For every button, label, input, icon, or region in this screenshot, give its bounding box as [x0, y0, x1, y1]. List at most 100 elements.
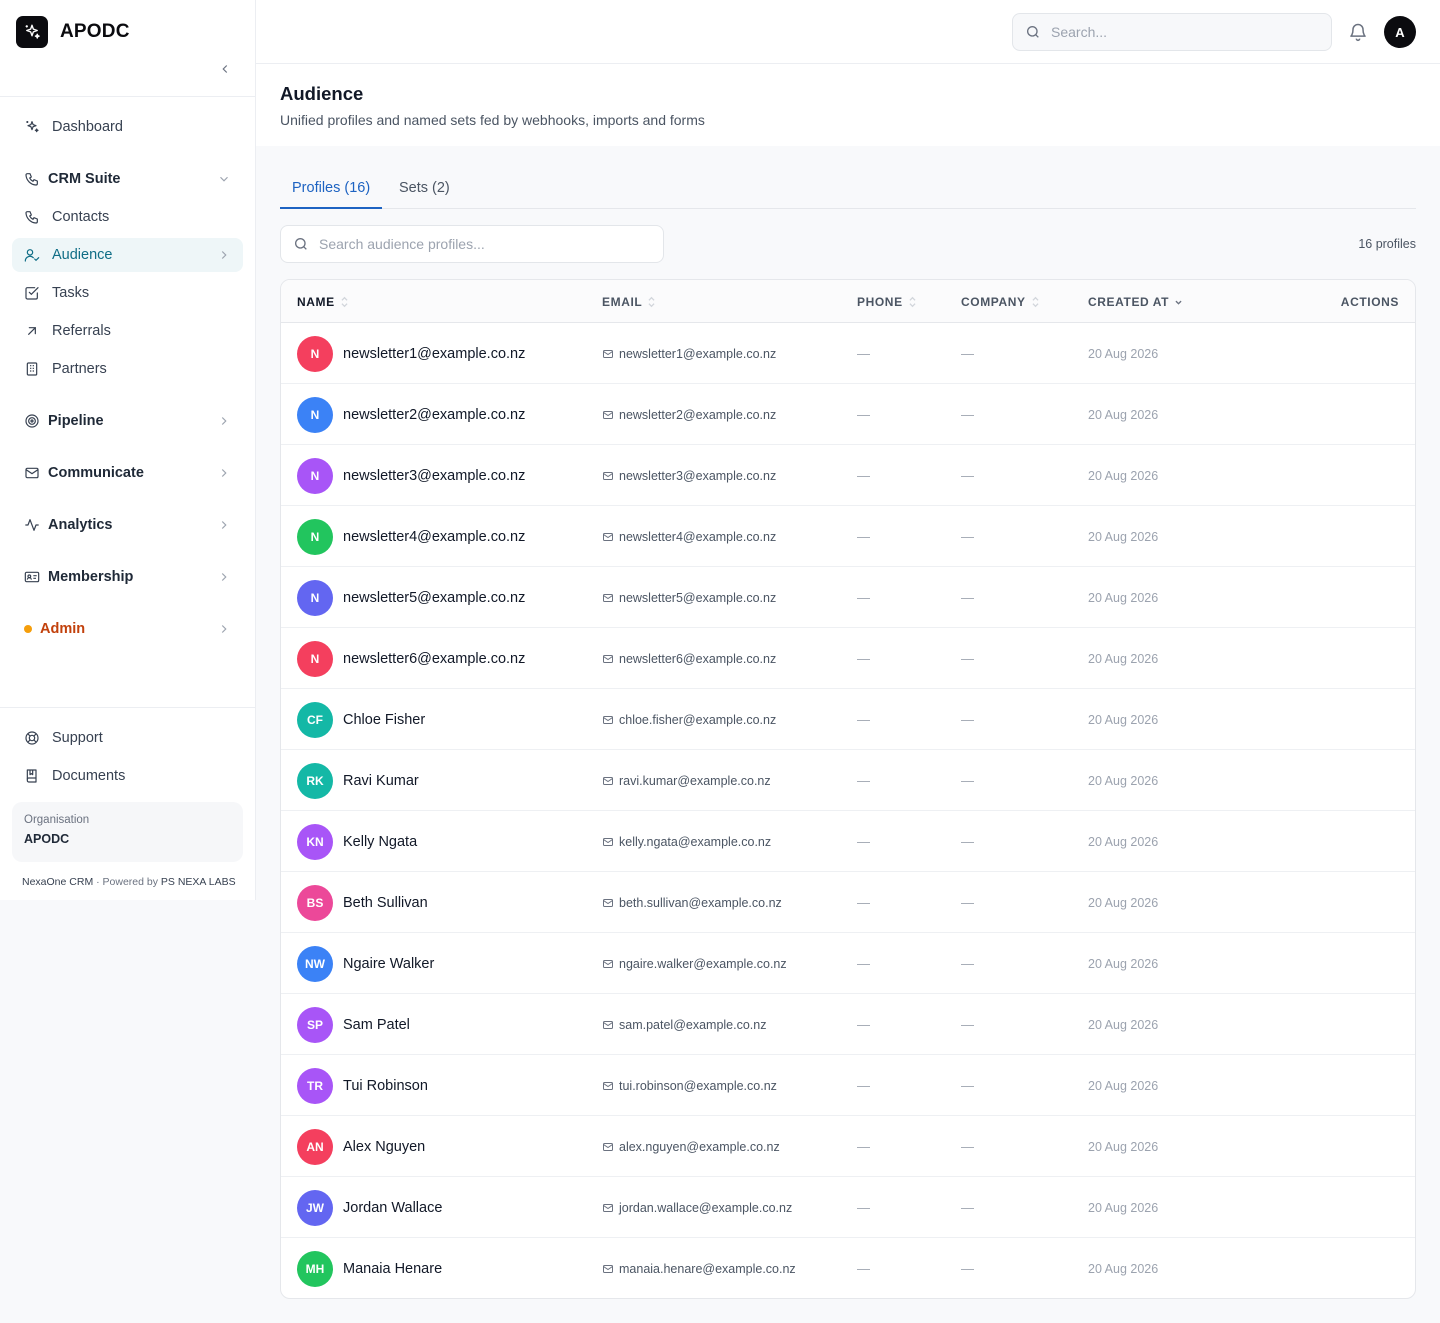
profile-company: —	[961, 834, 974, 849]
profile-created-at: 20 Aug 2026	[1088, 712, 1159, 727]
profile-name[interactable]: Chloe Fisher	[343, 712, 425, 728]
profile-name[interactable]: Beth Sullivan	[343, 895, 428, 911]
name-cell: N newsletter3@example.co.nz	[297, 445, 525, 506]
profile-phone: —	[857, 895, 870, 910]
profile-name[interactable]: Kelly Ngata	[343, 834, 417, 850]
profile-name[interactable]: Ngaire Walker	[343, 956, 434, 972]
profile-company: —	[961, 956, 974, 971]
table-row[interactable]: BS Beth Sullivan beth.sullivan@example.c…	[281, 872, 1415, 933]
sparkles-icon	[24, 119, 40, 135]
table-row[interactable]: N newsletter1@example.co.nz newsletter1@…	[281, 323, 1415, 384]
table-row[interactable]: KN Kelly Ngata kelly.ngata@example.co.nz…	[281, 811, 1415, 872]
profile-phone: —	[857, 1139, 870, 1154]
table-row[interactable]: AN Alex Nguyen alex.nguyen@example.co.nz…	[281, 1116, 1415, 1177]
column-header-company[interactable]: COMPANY	[961, 280, 1040, 323]
table-row[interactable]: RK Ravi Kumar ravi.kumar@example.co.nz —…	[281, 750, 1415, 811]
table-header: NAME EMAIL PHONE COMPANY CREATED AT ACTI…	[281, 280, 1415, 323]
sidebar-group-label: Analytics	[48, 517, 113, 533]
email-cell: newsletter2@example.co.nz	[602, 384, 776, 445]
building-icon	[24, 361, 40, 377]
profile-avatar: NW	[297, 945, 333, 982]
profile-name[interactable]: newsletter2@example.co.nz	[343, 407, 525, 423]
table-row[interactable]: N newsletter5@example.co.nz newsletter5@…	[281, 567, 1415, 628]
profile-email: ngaire.walker@example.co.nz	[619, 956, 787, 971]
table-row[interactable]: NW Ngaire Walker ngaire.walker@example.c…	[281, 933, 1415, 994]
profile-name[interactable]: Jordan Wallace	[343, 1200, 442, 1216]
sidebar-group-analytics[interactable]: Analytics	[12, 508, 243, 542]
organisation-name: APODC	[24, 832, 70, 846]
profile-phone: —	[857, 773, 870, 788]
profile-name[interactable]: Tui Robinson	[343, 1078, 428, 1094]
table-row[interactable]: MH Manaia Henare manaia.henare@example.c…	[281, 1238, 1415, 1298]
name-cell: N newsletter6@example.co.nz	[297, 628, 525, 689]
tab-sets[interactable]: Sets (2)	[387, 170, 462, 209]
sidebar-group-crm-suite[interactable]: CRM Suite	[12, 162, 243, 196]
user-avatar[interactable]: A	[1384, 16, 1416, 48]
sidebar-item-label: Contacts	[52, 209, 110, 225]
name-cell: N newsletter2@example.co.nz	[297, 384, 525, 445]
profile-search-input[interactable]	[319, 236, 579, 252]
profile-name[interactable]: newsletter3@example.co.nz	[343, 468, 525, 484]
table-row[interactable]: N newsletter3@example.co.nz newsletter3@…	[281, 445, 1415, 506]
column-header-actions: ACTIONS	[1340, 294, 1399, 309]
profile-company: —	[961, 1078, 974, 1093]
sidebar-item-dashboard[interactable]: Dashboard	[12, 110, 243, 144]
sidebar-item-label: Audience	[52, 247, 113, 263]
sidebar-item-partners[interactable]: Partners	[12, 352, 243, 386]
notifications-button[interactable]	[1348, 22, 1368, 42]
sidebar-item-contacts[interactable]: Contacts	[12, 200, 243, 234]
profile-name[interactable]: Manaia Henare	[343, 1261, 442, 1277]
table-row[interactable]: JW Jordan Wallace jordan.wallace@example…	[281, 1177, 1415, 1238]
sidebar-group-communicate[interactable]: Communicate	[12, 456, 243, 490]
profile-search[interactable]	[280, 225, 664, 263]
user-check-icon	[24, 247, 40, 263]
sidebar-group-pipeline[interactable]: Pipeline	[12, 404, 243, 438]
global-search-input[interactable]	[1051, 24, 1311, 40]
sidebar-item-tasks[interactable]: Tasks	[12, 276, 243, 310]
profile-name[interactable]: newsletter1@example.co.nz	[343, 346, 525, 362]
table-row[interactable]: N newsletter4@example.co.nz newsletter4@…	[281, 506, 1415, 567]
table-row[interactable]: N newsletter2@example.co.nz newsletter2@…	[281, 384, 1415, 445]
column-header-phone[interactable]: PHONE	[857, 280, 917, 323]
sidebar-item-support[interactable]: Support	[12, 721, 243, 755]
sidebar-item-documents[interactable]: Documents	[12, 759, 243, 793]
table-row[interactable]: TR Tui Robinson tui.robinson@example.co.…	[281, 1055, 1415, 1116]
column-header-name[interactable]: NAME	[297, 280, 349, 323]
table-row[interactable]: N newsletter6@example.co.nz newsletter6@…	[281, 628, 1415, 689]
sidebar-item-label: Referrals	[52, 323, 111, 339]
phone-icon	[24, 209, 40, 225]
collapse-sidebar-button[interactable]	[214, 58, 236, 80]
sidebar-divider	[0, 96, 255, 97]
profile-name[interactable]: Sam Patel	[343, 1017, 410, 1033]
tab-profiles[interactable]: Profiles (16)	[280, 170, 383, 209]
column-header-email[interactable]: EMAIL	[602, 280, 656, 323]
organisation-card[interactable]: Organisation APODC	[12, 802, 243, 862]
brand[interactable]: APODC	[16, 16, 130, 48]
mail-icon	[603, 1264, 613, 1273]
sidebar-item-referrals[interactable]: Referrals	[12, 314, 243, 348]
sidebar-group-membership[interactable]: Membership	[12, 560, 243, 594]
sidebar-item-audience[interactable]: Audience	[12, 238, 243, 272]
global-search[interactable]	[1012, 13, 1332, 51]
table-row[interactable]: CF Chloe Fisher chloe.fisher@example.co.…	[281, 689, 1415, 750]
column-header-created-at[interactable]: CREATED AT	[1088, 280, 1183, 323]
email-cell: newsletter6@example.co.nz	[602, 628, 776, 689]
mail-icon	[603, 471, 613, 480]
activity-icon	[24, 517, 40, 533]
sidebar: APODC Dashboard CRM Suite Contacts Audie…	[0, 0, 256, 900]
name-cell: JW Jordan Wallace	[297, 1177, 442, 1238]
bell-icon	[1350, 23, 1366, 42]
profile-name[interactable]: newsletter5@example.co.nz	[343, 590, 525, 606]
profile-email: newsletter1@example.co.nz	[619, 346, 777, 361]
profile-name[interactable]: newsletter4@example.co.nz	[343, 529, 525, 545]
profile-avatar: SP	[297, 1006, 333, 1043]
table-row[interactable]: SP Sam Patel sam.patel@example.co.nz — —…	[281, 994, 1415, 1055]
profile-name[interactable]: Ravi Kumar	[343, 773, 419, 789]
profile-phone: —	[857, 1261, 870, 1276]
profile-name[interactable]: Alex Nguyen	[343, 1139, 425, 1155]
profile-created-at: 20 Aug 2026	[1088, 590, 1159, 605]
profile-name[interactable]: newsletter6@example.co.nz	[343, 651, 525, 667]
mail-icon	[603, 959, 613, 968]
sidebar-item-label: Partners	[52, 361, 107, 377]
sidebar-group-admin[interactable]: Admin	[12, 612, 243, 646]
